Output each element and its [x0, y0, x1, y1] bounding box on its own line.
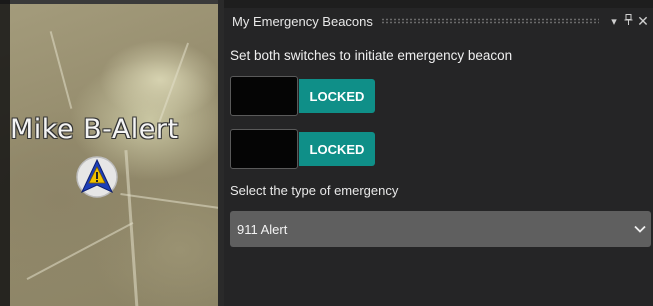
map-track	[26, 221, 134, 281]
map-border	[0, 0, 10, 306]
map-marker-label[interactable]: Mike B-Alert	[10, 114, 179, 145]
panel-title: My Emergency Beacons	[232, 13, 373, 29]
map-border	[0, 0, 224, 4]
panel-header: My Emergency Beacons ▾ ✕	[224, 8, 653, 34]
emergency-type-label: Select the type of emergency	[230, 183, 399, 198]
chevron-down-icon[interactable]	[629, 211, 651, 247]
map-track	[124, 150, 139, 306]
switch-status-1: LOCKED	[299, 79, 375, 113]
emergency-type-dropdown[interactable]: 911 Alert	[230, 211, 651, 247]
emergency-beacons-panel: My Emergency Beacons ▾ ✕ Set both switch…	[224, 8, 653, 306]
switch-toggle-2[interactable]	[230, 129, 298, 169]
pin-icon[interactable]	[621, 14, 635, 28]
beacon-switch-1[interactable]: LOCKED	[230, 76, 375, 116]
map-view[interactable]: Mike B-Alert	[0, 0, 224, 306]
panel-drag-grip[interactable]	[380, 18, 599, 24]
map-track	[120, 193, 220, 209]
map-track	[49, 31, 73, 109]
switch-toggle-1[interactable]	[230, 76, 298, 116]
emergency-type-value: 911 Alert	[237, 221, 288, 237]
alert-navigation-marker-icon[interactable]	[74, 154, 120, 200]
close-icon[interactable]: ✕	[635, 13, 651, 30]
instruction-text: Set both switches to initiate emergency …	[230, 48, 513, 63]
beacon-switch-2[interactable]: LOCKED	[230, 129, 375, 169]
dropdown-arrow-icon[interactable]: ▾	[607, 15, 621, 28]
switch-status-2: LOCKED	[299, 132, 375, 166]
